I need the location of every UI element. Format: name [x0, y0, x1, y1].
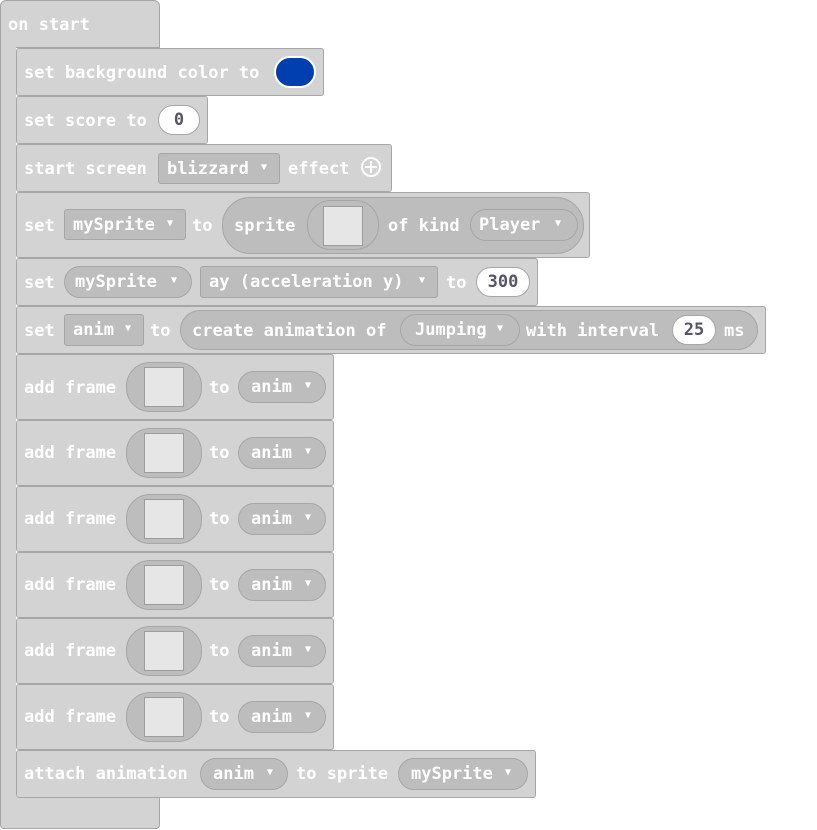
- set-score-label: set score to: [24, 111, 147, 131]
- interval-value-input[interactable]: 25: [672, 315, 716, 345]
- anim-variable-value: anim: [251, 509, 292, 529]
- duck-frame-icon[interactable]: [144, 565, 184, 605]
- to-label: to: [209, 707, 230, 727]
- duck-frame-icon[interactable]: [144, 499, 184, 539]
- chevron-down-icon: ▼: [267, 767, 274, 778]
- anim-variable-dropdown[interactable]: anim ▼: [238, 701, 326, 733]
- anim-variable-dropdown[interactable]: anim ▼: [238, 503, 326, 535]
- to-sprite-label: to sprite: [296, 764, 389, 784]
- on-start-body: [0, 46, 16, 798]
- anim-variable-value: anim: [251, 443, 292, 463]
- sprite-variable-dropdown[interactable]: mySprite ▼: [64, 209, 186, 240]
- chevron-down-icon: ▼: [261, 162, 268, 173]
- duck-frame-icon[interactable]: [144, 697, 184, 737]
- chevron-down-icon: ▼: [305, 710, 312, 721]
- add-frame-label: add frame: [24, 378, 117, 398]
- anim-variable-dropdown[interactable]: anim ▼: [238, 635, 326, 667]
- add-frame-label: add frame: [24, 509, 117, 529]
- with-interval-label: with interval: [526, 321, 660, 341]
- to-label: to: [209, 509, 230, 529]
- sprite-variable-dropdown[interactable]: mySprite ▼: [398, 758, 528, 790]
- chevron-down-icon: ▼: [555, 218, 562, 229]
- add-frame-label: add frame: [24, 707, 117, 727]
- chevron-down-icon: ▼: [125, 323, 132, 334]
- effect-dropdown-value: blizzard: [167, 159, 249, 179]
- anim-variable-dropdown[interactable]: anim ▼: [200, 758, 288, 790]
- anim-variable-value: anim: [251, 707, 292, 727]
- to-label: to: [209, 443, 230, 463]
- anim-variable-dropdown[interactable]: anim ▼: [238, 437, 326, 469]
- set-label: set: [24, 321, 55, 341]
- duck-frame-icon[interactable]: [144, 631, 184, 671]
- add-frame-label: add frame: [24, 443, 117, 463]
- to-label: to: [209, 378, 230, 398]
- anim-variable-value: anim: [251, 377, 292, 397]
- to-label: to: [192, 216, 213, 236]
- effect-dropdown[interactable]: blizzard ▼: [158, 153, 280, 184]
- set-label: set: [24, 273, 55, 293]
- of-kind-label: of kind: [388, 216, 460, 236]
- start-screen-label: start screen: [24, 159, 147, 179]
- anim-variable-dropdown[interactable]: anim ▼: [238, 371, 326, 403]
- duck-frame-icon[interactable]: [144, 433, 184, 473]
- animation-type-value: Jumping: [415, 320, 487, 340]
- sprite-variable-value: mySprite: [73, 215, 155, 235]
- sprite-variable-value: mySprite: [75, 272, 157, 292]
- chevron-down-icon: ▼: [171, 275, 178, 286]
- anim-variable-value: anim: [251, 641, 292, 661]
- add-frame-label: add frame: [24, 641, 117, 661]
- kind-dropdown-value: Player: [479, 215, 541, 235]
- to-label: to: [150, 321, 171, 341]
- chevron-down-icon: ▼: [167, 218, 174, 229]
- set-background-label: set background color to: [24, 63, 260, 83]
- to-label: to: [209, 575, 230, 595]
- sprite-variable-value: mySprite: [411, 764, 493, 784]
- attach-animation-label: attach animation: [24, 764, 188, 784]
- to-label: to: [209, 641, 230, 661]
- score-value-input[interactable]: 0: [158, 105, 200, 135]
- create-animation-label: create animation of: [192, 321, 387, 341]
- anim-variable-dropdown[interactable]: anim ▼: [238, 569, 326, 601]
- chevron-down-icon: ▼: [305, 380, 312, 391]
- kind-dropdown[interactable]: Player ▼: [470, 209, 578, 241]
- property-dropdown-value: ay (acceleration y): [209, 272, 404, 292]
- chevron-down-icon: ▼: [305, 644, 312, 655]
- on-start-footer: [0, 797, 160, 829]
- duck-frame-icon[interactable]: [144, 367, 184, 407]
- background-color-swatch[interactable]: [274, 56, 316, 88]
- chevron-down-icon: ▼: [305, 446, 312, 457]
- anim-variable-dropdown[interactable]: anim ▼: [64, 314, 144, 346]
- anim-variable-value: anim: [251, 575, 292, 595]
- to-label: to: [446, 273, 467, 293]
- sprite-label: sprite: [234, 216, 296, 236]
- animation-type-dropdown[interactable]: Jumping ▼: [400, 314, 520, 346]
- chevron-down-icon: ▼: [305, 578, 312, 589]
- sprite-variable-dropdown[interactable]: mySprite ▼: [64, 266, 192, 298]
- acceleration-value-input[interactable]: 300: [476, 267, 530, 297]
- property-dropdown[interactable]: ay (acceleration y) ▼: [200, 266, 438, 298]
- set-label: set: [24, 216, 55, 236]
- add-frame-label: add frame: [24, 575, 117, 595]
- chevron-down-icon: ▼: [505, 767, 512, 778]
- ms-label: ms: [724, 321, 745, 341]
- anim-variable-value: anim: [73, 320, 114, 340]
- on-start-label: on start: [8, 15, 90, 35]
- chevron-down-icon: ▼: [305, 512, 312, 523]
- effect-label: effect: [288, 159, 350, 179]
- add-argument-icon[interactable]: [361, 157, 381, 177]
- chevron-down-icon: ▼: [419, 275, 426, 286]
- chevron-down-icon: ▼: [497, 323, 504, 334]
- anim-variable-value: anim: [213, 764, 254, 784]
- duck-sprite-icon[interactable]: [323, 206, 363, 246]
